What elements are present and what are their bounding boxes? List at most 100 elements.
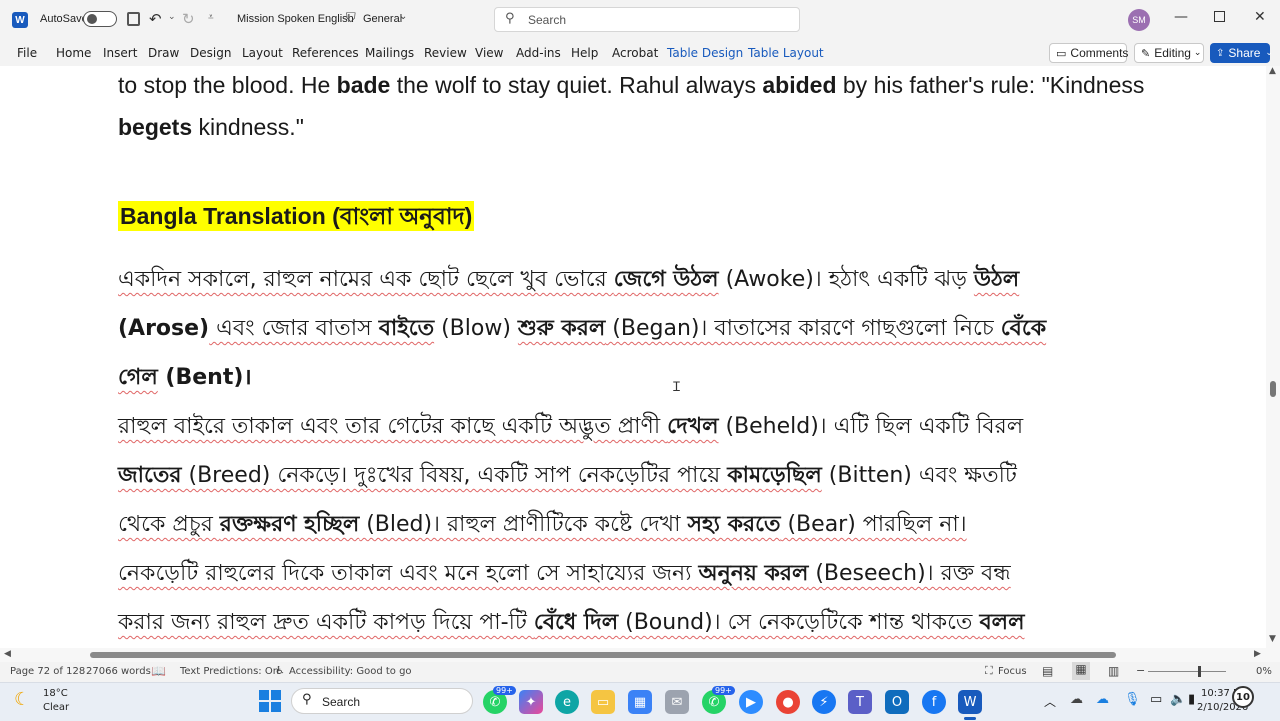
tab-add-ins[interactable]: Add-ins: [516, 46, 561, 60]
tab-acrobat[interactable]: Acrobat: [612, 46, 658, 60]
ribbon-tab-bar: File Home Insert Draw Design Layout Refe…: [0, 40, 1280, 66]
web-layout-icon[interactable]: ▥: [1108, 664, 1119, 678]
tab-mailings[interactable]: Mailings: [365, 46, 414, 60]
battery-icon[interactable]: ▮: [1188, 692, 1195, 707]
avatar[interactable]: SM: [1128, 9, 1150, 31]
tab-home[interactable]: Home: [56, 46, 91, 60]
vertical-scrollbar[interactable]: ▲ ▼: [1266, 66, 1280, 648]
outlook-icon[interactable]: O: [885, 690, 909, 714]
tab-layout[interactable]: Layout: [242, 46, 283, 60]
horizontal-scroll-thumb[interactable]: [90, 652, 1116, 658]
zoom-out-icon[interactable]: −: [1136, 664, 1145, 677]
network-icon[interactable]: ▭: [1150, 692, 1162, 707]
minimize-icon[interactable]: —: [1174, 9, 1188, 25]
chrome-icon[interactable]: ●: [776, 690, 800, 714]
cloud-icon[interactable]: ☁: [1070, 692, 1083, 707]
word-logo-icon: W: [12, 12, 28, 28]
tab-references[interactable]: References: [292, 46, 359, 60]
weather-moon-icon[interactable]: ☾: [14, 689, 30, 710]
notification-badge: 99+: [712, 686, 735, 695]
redo-icon[interactable]: ↻: [182, 10, 195, 28]
bangla-line-7: নেকড়েটি রাহুলের দিকে তাকাল এবং মনে হলো …: [118, 561, 1011, 586]
tab-design[interactable]: Design: [190, 46, 231, 60]
chevron-up-icon[interactable]: ︿: [1044, 693, 1056, 710]
weather-temp[interactable]: 18°C: [43, 688, 68, 699]
page-count[interactable]: Page 72 of 128: [10, 666, 85, 677]
focus-icon: ⛶: [985, 664, 993, 677]
tab-view[interactable]: View: [475, 46, 503, 60]
teams-icon[interactable]: T: [848, 690, 872, 714]
edge-icon[interactable]: e: [555, 690, 579, 714]
tab-insert[interactable]: Insert: [103, 46, 137, 60]
search-box[interactable]: ⚲ Search: [494, 7, 800, 32]
share-button[interactable]: ⇪ Share ⌄: [1210, 43, 1273, 63]
onedrive-icon[interactable]: ☁: [1096, 692, 1109, 707]
tab-table-design[interactable]: Table Design: [667, 46, 743, 60]
comment-icon: ▭: [1056, 46, 1067, 60]
taskbar: ☾ 18°C Clear ⚲ Search ✆ 99+ ✦ e ▭ ▦ ✉ ✆ …: [0, 682, 1280, 721]
accessibility-status[interactable]: Accessibility: Good to go: [289, 666, 412, 677]
tab-review[interactable]: Review: [424, 46, 467, 60]
weather-desc[interactable]: Clear: [43, 702, 69, 713]
scroll-right-icon[interactable]: ▶: [1254, 649, 1261, 659]
document-title[interactable]: Mission Spoken English: [237, 13, 354, 25]
tab-file[interactable]: File: [17, 46, 37, 60]
microphone-icon[interactable]: 🎙: [1124, 692, 1141, 707]
windows-logo-tile: [271, 690, 281, 700]
zoom-slider[interactable]: [1148, 671, 1226, 672]
sensitivity-label[interactable]: General: [363, 13, 402, 25]
zoom-level[interactable]: 0%: [1256, 666, 1272, 677]
chevron-down-icon: ⌄: [1265, 48, 1273, 58]
windows-logo-tile: [259, 690, 269, 700]
tab-draw[interactable]: Draw: [148, 46, 179, 60]
proofing-icon[interactable]: 📖: [151, 664, 166, 678]
text-predictions[interactable]: Text Predictions: On: [180, 666, 279, 677]
bangla-line-5: জাতের (Breed) নেকড়ে। দুঃখের বিষয়, একটি…: [118, 463, 1017, 488]
autosave-toggle[interactable]: [83, 11, 117, 27]
search-icon: ⚲: [302, 692, 312, 707]
autosave-label: AutoSave: [40, 13, 88, 25]
focus-button[interactable]: Focus: [998, 666, 1027, 677]
file-explorer-icon[interactable]: ▭: [591, 690, 615, 714]
windows-logo-tile: [271, 702, 281, 712]
scroll-down-icon[interactable]: ▼: [1269, 634, 1276, 644]
scroll-left-icon[interactable]: ◀: [4, 649, 11, 659]
editing-mode-button[interactable]: ✎ Editing ⌄: [1134, 43, 1204, 63]
horizontal-scrollbar[interactable]: ◀ ▶: [0, 648, 1280, 662]
scroll-up-icon[interactable]: ▲: [1269, 66, 1276, 76]
read-mode-icon[interactable]: ▤: [1042, 664, 1053, 678]
accessibility-icon: ♿: [275, 664, 285, 677]
close-icon[interactable]: ✕: [1254, 9, 1266, 25]
messenger-icon[interactable]: ⚡: [812, 690, 836, 714]
tab-table-layout[interactable]: Table Layout: [748, 46, 824, 60]
volume-icon[interactable]: 🔈: [1170, 692, 1186, 707]
vertical-scroll-thumb[interactable]: [1270, 381, 1276, 397]
facebook-icon[interactable]: f: [922, 690, 946, 714]
comments-label: Comments: [1070, 46, 1129, 60]
zoom-slider-thumb[interactable]: [1198, 666, 1201, 677]
store-icon[interactable]: ▦: [628, 690, 652, 714]
undo-icon[interactable]: ↶: [149, 10, 162, 28]
comments-button[interactable]: ▭ Comments: [1049, 43, 1129, 63]
notification-count[interactable]: 10: [1232, 686, 1254, 708]
chevron-down-icon[interactable]: ⌄: [399, 11, 407, 22]
tab-help[interactable]: Help: [571, 46, 598, 60]
word-icon[interactable]: W: [958, 690, 982, 714]
customize-toolbar-icon[interactable]: ⩡: [208, 12, 214, 23]
text-cursor-icon: Ｉ: [670, 380, 684, 395]
share-icon: ⇪: [1216, 47, 1225, 59]
doc-line-2: begets kindness.": [118, 114, 304, 140]
restore-icon[interactable]: [1214, 11, 1225, 22]
word-count[interactable]: 27066 words: [86, 666, 151, 677]
save-icon[interactable]: [127, 12, 140, 26]
shield-icon: ⛉: [346, 11, 356, 26]
document-canvas[interactable]: to stop the blood. He bade the wolf to s…: [0, 66, 1266, 648]
mail-icon[interactable]: ✉: [665, 690, 689, 714]
taskbar-search[interactable]: ⚲ Search: [291, 688, 473, 714]
undo-dropdown-icon[interactable]: ⌄: [168, 12, 176, 22]
print-layout-icon[interactable]: ▦: [1072, 662, 1090, 680]
zoom-icon[interactable]: ▶: [739, 690, 763, 714]
toggle-knob: [87, 14, 97, 24]
copilot-icon[interactable]: ✦: [519, 690, 543, 714]
start-button[interactable]: [259, 690, 281, 712]
